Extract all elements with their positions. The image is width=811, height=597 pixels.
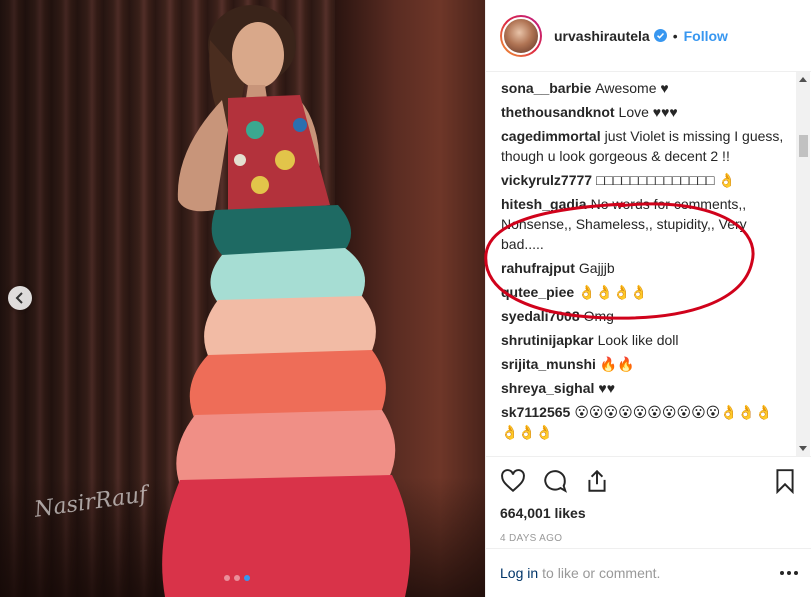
login-link[interactable]: Log in [500,565,538,581]
comment-text: Love ♥♥♥ [618,104,678,120]
post-header: urvashirautela • Follow [486,0,811,72]
comment-item: sk7112565 😮😮😮😮😮😮😮😮😮😮👌👌👌 👌👌👌 [501,402,793,442]
comment-icon[interactable] [542,468,568,494]
comment-text: Look like doll [597,332,679,348]
carousel-dot [234,575,240,581]
comment-text: Gajjjb [578,260,615,276]
bookmark-icon[interactable] [772,468,798,494]
scroll-down-arrow-icon[interactable] [799,446,807,451]
comment-username[interactable]: thethousandknot [501,104,615,120]
comment-item: cagedimmortal just Violet is missing I gu… [501,126,793,166]
comment-item: shreya_sighal ♥♥ [501,378,793,398]
comment-username[interactable]: shrutinijapkar [501,332,594,348]
comment-item: sona__barbie Awesome ♥ [501,78,793,98]
header-separator: • [672,27,678,44]
comment-item: hitesh_gadia No words for comments,, Nons… [501,194,793,254]
comment-username[interactable]: rahufrajput [501,260,575,276]
scrollbar-thumb[interactable] [799,135,808,157]
comment-text: □□□□□□□□□□□□□□ 👌 [596,172,736,188]
comment-username[interactable]: syedali7008 [501,308,580,324]
login-prompt: Log in to like or comment. [486,548,811,597]
comment-item: thethousandknot Love ♥♥♥ [501,102,793,122]
post-side-panel: urvashirautela • Follow sona__barbie Awes… [485,0,811,597]
comment-username[interactable]: vickyrulz7777 [501,172,592,188]
comment-text: ♥♥ [598,380,616,396]
heart-icon[interactable] [500,468,526,494]
comment-text: 👌👌👌👌 [578,284,648,300]
comment-username[interactable]: srijita_munshi [501,356,596,372]
follow-button[interactable]: Follow [684,28,728,44]
login-suffix-text: to like or comment. [542,565,661,581]
comment-username[interactable]: shreya_sighal [501,380,594,396]
comment-item: vickyrulz7777 □□□□□□□□□□□□□□ 👌 [501,170,793,190]
scroll-up-arrow-icon[interactable] [799,77,807,82]
action-icon-row [500,463,798,499]
comment-username[interactable]: cagedimmortal [501,128,601,144]
comments-scrollbar[interactable] [796,72,810,456]
comment-item: srijita_munshi 🔥🔥 [501,354,793,374]
comment-username[interactable]: hitesh_gadia [501,196,587,212]
comment-text: Awesome ♥ [595,80,669,96]
carousel-dot-active [244,575,250,581]
avatar[interactable] [500,14,542,57]
carousel-indicator [224,575,250,581]
comment-text: Omg [583,308,614,324]
more-options-icon[interactable] [780,571,798,575]
chevron-left-icon [15,292,23,304]
comment-item: syedali7008 Omg [501,306,793,326]
comment-username[interactable]: sk7112565 [501,404,570,420]
share-icon[interactable] [584,468,610,494]
post-photo: NasirRauf [0,0,485,597]
comment-username[interactable]: sona__barbie [501,80,591,96]
like-count[interactable]: 664,001 likes [500,505,798,521]
comment-text: 🔥🔥 [599,356,635,372]
post-actions: 664,001 likes 4 DAYS AGO [486,456,811,544]
comment-item: shrutinijapkar Look like doll [501,330,793,350]
previous-image-button[interactable] [8,286,32,310]
comment-item: rahufrajput Gajjjb [501,258,793,278]
comment-item: qutee_piee 👌👌👌👌 [501,282,793,302]
post-timestamp[interactable]: 4 DAYS AGO [500,533,798,544]
username-link[interactable]: urvashirautela [554,28,650,44]
carousel-dot [224,575,230,581]
verified-badge-icon [653,29,667,42]
comments-list[interactable]: sona__barbie Awesome ♥ thethousandknot Lov… [501,78,793,454]
comment-username[interactable]: qutee_piee [501,284,574,300]
